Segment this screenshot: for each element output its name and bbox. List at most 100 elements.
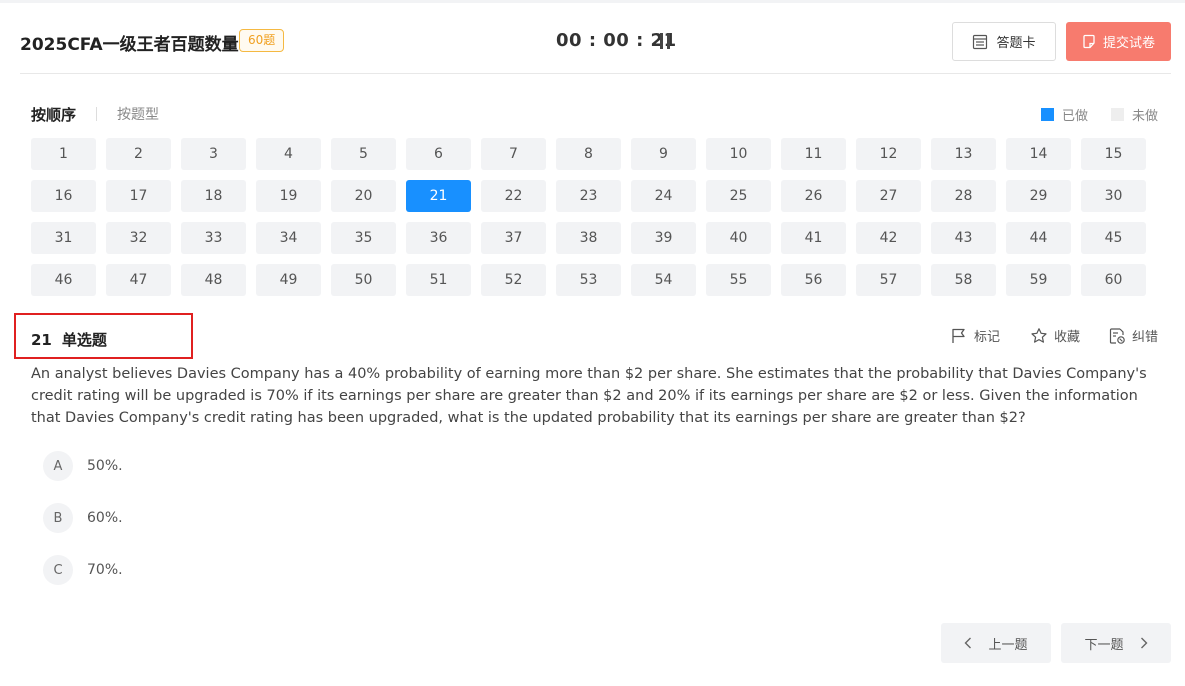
- question-number-cell[interactable]: 57: [856, 264, 921, 296]
- question-number-cell[interactable]: 20: [331, 180, 396, 212]
- tab-divider: [96, 107, 98, 121]
- question-number-cell[interactable]: 60: [1081, 264, 1146, 296]
- question-number-cell[interactable]: 8: [556, 138, 621, 170]
- legend-done: 已做: [1041, 105, 1088, 124]
- question-number-cell[interactable]: 7: [481, 138, 546, 170]
- option-text: 60%.: [87, 510, 123, 526]
- report-error-button[interactable]: 纠错: [1108, 326, 1158, 345]
- question-number-cell[interactable]: 36: [406, 222, 471, 254]
- tab-by-order[interactable]: 按顺序: [31, 104, 76, 125]
- question-number-cell[interactable]: 34: [256, 222, 321, 254]
- pause-icon[interactable]: [658, 33, 672, 49]
- question-number-cell[interactable]: 25: [706, 180, 771, 212]
- question-number-cell[interactable]: 51: [406, 264, 471, 296]
- submit-exam-label: 提交试卷: [1102, 36, 1155, 51]
- question-number-cell[interactable]: 37: [481, 222, 546, 254]
- next-question-label: 下一题: [1084, 637, 1124, 653]
- question-number-cell[interactable]: 11: [781, 138, 846, 170]
- undone-swatch: [1111, 108, 1124, 121]
- done-swatch: [1041, 108, 1054, 121]
- question-number-cell[interactable]: 2: [106, 138, 171, 170]
- question-number-cell[interactable]: 49: [256, 264, 321, 296]
- question-number-cell[interactable]: 30: [1081, 180, 1146, 212]
- option-letter: C: [43, 555, 73, 585]
- question-number-cell[interactable]: 40: [706, 222, 771, 254]
- prev-question-label: 上一题: [988, 637, 1028, 653]
- question-number-cell[interactable]: 24: [631, 180, 696, 212]
- question-number-cell[interactable]: 41: [781, 222, 846, 254]
- option-letter: A: [43, 451, 73, 481]
- question-number-cell[interactable]: 38: [556, 222, 621, 254]
- question-number-cell[interactable]: 1: [31, 138, 96, 170]
- question-number-cell[interactable]: 22: [481, 180, 546, 212]
- question-number-cell[interactable]: 35: [331, 222, 396, 254]
- submit-exam-button[interactable]: 提交试卷: [1066, 22, 1171, 61]
- option-a[interactable]: A 50%.: [43, 451, 123, 481]
- option-b[interactable]: B 60%.: [43, 503, 123, 533]
- question-number-cell[interactable]: 31: [31, 222, 96, 254]
- chevron-left-icon: [964, 637, 972, 649]
- question-header-highlight: 21 单选题: [14, 313, 193, 359]
- question-number-cell[interactable]: 3: [181, 138, 246, 170]
- question-number-cell[interactable]: 18: [181, 180, 246, 212]
- flag-icon: [952, 328, 965, 343]
- legend-undone-label: 未做: [1132, 109, 1159, 124]
- question-number-cell[interactable]: 23: [556, 180, 621, 212]
- question-number-cell[interactable]: 9: [631, 138, 696, 170]
- question-number-cell[interactable]: 58: [931, 264, 996, 296]
- question-number-cell[interactable]: 44: [1006, 222, 1071, 254]
- option-c[interactable]: C 70%.: [43, 555, 123, 585]
- question-number-cell[interactable]: 10: [706, 138, 771, 170]
- answer-card-icon: [973, 34, 988, 49]
- question-number-cell[interactable]: 12: [856, 138, 921, 170]
- question-number-cell[interactable]: 13: [931, 138, 996, 170]
- question-number-cell[interactable]: 43: [931, 222, 996, 254]
- question-number-cell[interactable]: 28: [931, 180, 996, 212]
- answer-card-button[interactable]: 答题卡: [952, 22, 1056, 61]
- question-number-cell[interactable]: 46: [31, 264, 96, 296]
- question-number-cell[interactable]: 6: [406, 138, 471, 170]
- mark-label: 标记: [974, 330, 1001, 345]
- option-letter: B: [43, 503, 73, 533]
- question-number-cell[interactable]: 15: [1081, 138, 1146, 170]
- question-number-cell[interactable]: 17: [106, 180, 171, 212]
- next-question-button[interactable]: 下一题: [1061, 623, 1171, 663]
- legend-done-label: 已做: [1062, 109, 1089, 124]
- question-number-cell[interactable]: 55: [706, 264, 771, 296]
- question-number-cell[interactable]: 42: [856, 222, 921, 254]
- legend-undone: 未做: [1111, 105, 1158, 124]
- prev-question-button[interactable]: 上一题: [941, 623, 1051, 663]
- question-number-cell[interactable]: 50: [331, 264, 396, 296]
- question-number-cell[interactable]: 27: [856, 180, 921, 212]
- question-number-cell[interactable]: 59: [1006, 264, 1071, 296]
- question-number-cell[interactable]: 48: [181, 264, 246, 296]
- option-text: 50%.: [87, 458, 123, 474]
- question-number-cell[interactable]: 33: [181, 222, 246, 254]
- question-number-cell[interactable]: 14: [1006, 138, 1071, 170]
- question-number-cell[interactable]: 47: [106, 264, 171, 296]
- tab-by-type[interactable]: 按题型: [117, 104, 159, 124]
- question-number-cell[interactable]: 29: [1006, 180, 1071, 212]
- report-error-icon: [1109, 327, 1125, 344]
- mark-button[interactable]: 标记: [950, 326, 1000, 345]
- question-number-cell[interactable]: 56: [781, 264, 846, 296]
- question-number-cell[interactable]: 4: [256, 138, 321, 170]
- question-number-cell[interactable]: 26: [781, 180, 846, 212]
- question-number-cell[interactable]: 45: [1081, 222, 1146, 254]
- question-number-cell[interactable]: 54: [631, 264, 696, 296]
- question-number-cell[interactable]: 53: [556, 264, 621, 296]
- question-number-cell[interactable]: 16: [31, 180, 96, 212]
- question-count-badge: 60题: [239, 29, 285, 52]
- question-number-cell[interactable]: 32: [106, 222, 171, 254]
- question-number-cell[interactable]: 19: [256, 180, 321, 212]
- question-number-cell[interactable]: 5: [331, 138, 396, 170]
- report-error-label: 纠错: [1132, 330, 1159, 345]
- question-text: An analyst believes Davies Company has a…: [31, 366, 1147, 426]
- question-number-cell[interactable]: 52: [481, 264, 546, 296]
- favorite-button[interactable]: 收藏: [1030, 326, 1080, 345]
- exam-title: 2025CFA一级王者百题数量: [20, 35, 239, 55]
- star-icon: [1031, 327, 1047, 343]
- question-number-cell[interactable]: 21: [406, 180, 471, 212]
- question-number-cell[interactable]: 39: [631, 222, 696, 254]
- exam-header: 2025CFA一级王者百题数量 60题 00 : 00 : 21 答题卡 提交试…: [20, 20, 1171, 74]
